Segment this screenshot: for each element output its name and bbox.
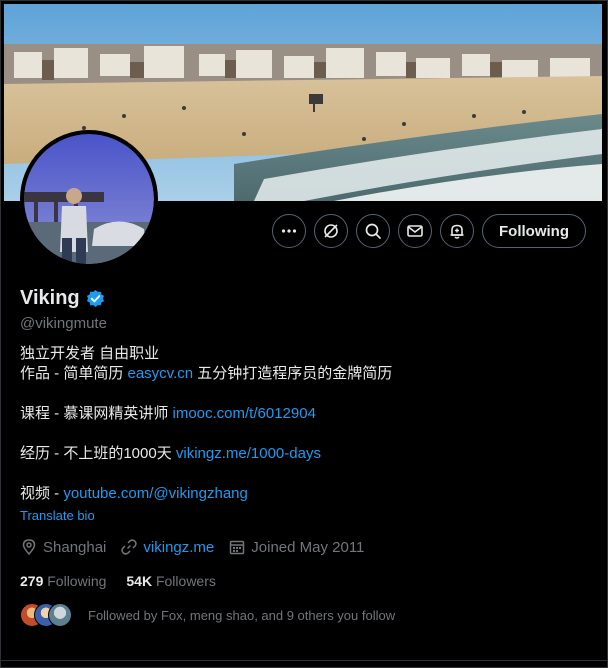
location: Shanghai xyxy=(20,538,106,556)
avatar[interactable] xyxy=(20,130,158,268)
bio-line: 经历 - 不上班的1000天 vikingz.me/1000-days xyxy=(20,444,580,464)
translate-bio-link[interactable]: Translate bio xyxy=(20,508,95,523)
search-button[interactable] xyxy=(356,214,391,248)
location-pin-icon xyxy=(22,539,36,556)
follow-stats: 279 Following 54K Followers xyxy=(20,573,216,589)
following-button[interactable]: Following xyxy=(482,214,586,248)
link-icon xyxy=(121,539,138,555)
divider xyxy=(0,660,608,661)
grok-icon xyxy=(324,224,338,238)
bio-line: 独立开发者 自由职业 xyxy=(20,344,580,364)
more-icon xyxy=(281,229,297,233)
bio: 独立开发者 自由职业 作品 - 简单简历 easycv.cn 五分钟打造程序员的… xyxy=(20,344,580,504)
bio-link-easycv[interactable]: easycv.cn xyxy=(128,365,194,382)
joined-date: Joined May 2011 xyxy=(228,538,364,556)
followers-count: 54K xyxy=(126,573,153,589)
avatar xyxy=(48,603,72,627)
following-count: 279 xyxy=(20,573,44,589)
location-text: Shanghai xyxy=(43,538,107,556)
bio-line: 课程 - 慕课网精英讲师 imooc.com/t/6012904 xyxy=(20,404,580,424)
bio-text: 独立开发者 自由职业 xyxy=(20,345,160,362)
verified-badge-icon[interactable] xyxy=(86,289,105,308)
search-icon xyxy=(365,223,381,239)
joined-text: Joined May 2011 xyxy=(251,538,365,556)
followed-by-avatars xyxy=(20,603,72,627)
bio-text: 课程 - 慕课网精英讲师 xyxy=(20,405,173,422)
mail-icon xyxy=(407,225,423,237)
bio-text: 视频 - xyxy=(20,485,64,502)
bio-line: 视频 - youtube.com/@vikingzhang xyxy=(20,484,580,504)
bio-text: 五分钟打造程序员的金牌简历 xyxy=(193,365,393,382)
message-button[interactable] xyxy=(398,214,433,248)
handle: @vikingmute xyxy=(20,315,107,332)
followers-stat[interactable]: 54K Followers xyxy=(126,573,215,589)
followed-by[interactable]: Followed by Fox, meng shao, and 9 others… xyxy=(20,603,395,627)
calendar-icon xyxy=(230,540,245,555)
bio-link-youtube[interactable]: youtube.com/@vikingzhang xyxy=(63,485,248,502)
website-link[interactable]: vikingz.me xyxy=(143,539,214,556)
more-button[interactable] xyxy=(272,214,307,248)
following-label: Following xyxy=(47,573,107,589)
notifications-button[interactable] xyxy=(440,214,475,248)
display-name: Viking xyxy=(20,287,80,309)
bio-link-imooc[interactable]: imooc.com/t/6012904 xyxy=(173,405,316,422)
bio-text: 作品 - 简单简历 xyxy=(20,365,128,382)
followed-by-text: Followed by Fox, meng shao, and 9 others… xyxy=(88,607,396,623)
profile-meta: Shanghai vikingz.me Joined May 2011 xyxy=(20,538,378,556)
following-stat[interactable]: 279 Following xyxy=(20,573,106,589)
grok-button[interactable] xyxy=(314,214,349,248)
website: vikingz.me xyxy=(120,538,214,556)
followers-label: Followers xyxy=(155,573,216,589)
bell-icon xyxy=(450,224,464,239)
name-row: Viking xyxy=(20,287,105,310)
bio-text: 经历 - 不上班的1000天 xyxy=(20,445,176,462)
bio-line: 作品 - 简单简历 easycv.cn 五分钟打造程序员的金牌简历 xyxy=(20,364,580,384)
profile-actions: Following xyxy=(272,214,586,248)
bio-link-1000-days[interactable]: vikingz.me/1000-days xyxy=(176,445,321,462)
